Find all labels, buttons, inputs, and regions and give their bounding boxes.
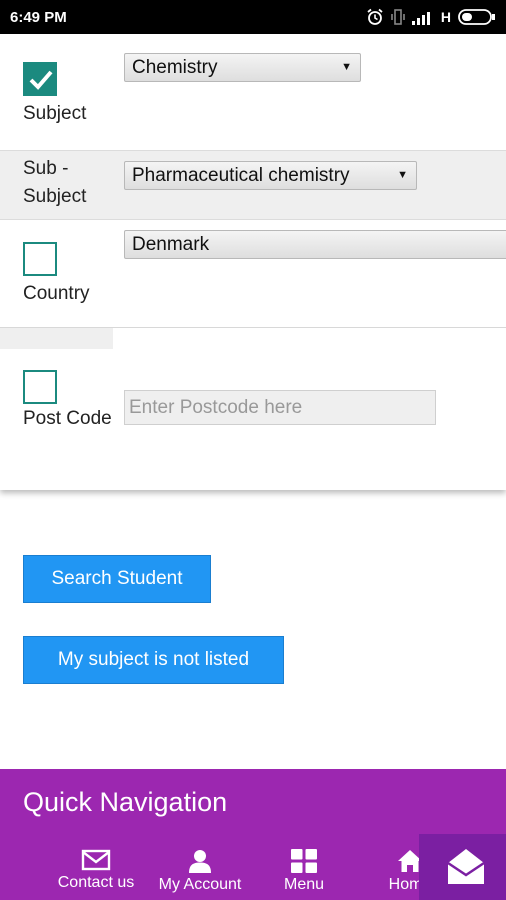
vibrate-icon — [391, 9, 405, 25]
subject-not-listed-button[interactable]: My subject is not listed — [23, 636, 284, 684]
postcode-input[interactable] — [124, 390, 436, 425]
country-checkbox[interactable] — [23, 242, 57, 276]
search-form-card: Subject Chemistry ▼ Sub - Subject Pharma… — [0, 34, 506, 490]
signal-icon — [411, 12, 430, 25]
dropdown-arrow-icon: ▼ — [397, 169, 408, 181]
country-select[interactable]: Denmark — [124, 230, 506, 259]
country-select-value: Denmark — [132, 234, 210, 255]
quick-navigation-title: Quick Navigation — [23, 787, 228, 817]
subject-row: Subject Chemistry ▼ — [0, 42, 506, 150]
country-row: Country Denmark — [0, 220, 506, 328]
sub-subject-row: Sub - Subject Pharmaceutical chemistry ▼ — [0, 150, 506, 220]
sub-subject-select[interactable]: Pharmaceutical chemistry ▼ — [124, 161, 417, 190]
dropdown-arrow-icon: ▼ — [341, 61, 352, 73]
sub-subject-select-value: Pharmaceutical chemistry — [132, 165, 350, 186]
grid-icon — [291, 849, 317, 873]
checkmark-icon — [29, 70, 53, 90]
subject-label: Subject — [23, 103, 87, 124]
mail-icon — [81, 849, 111, 871]
nav-menu[interactable]: Menu — [254, 849, 354, 894]
alarm-icon — [367, 8, 383, 25]
postcode-checkbox[interactable] — [23, 370, 57, 404]
network-type: H — [440, 9, 451, 25]
battery-icon — [458, 9, 495, 25]
sub-subject-label: Sub - Subject — [23, 158, 87, 207]
subject-select[interactable]: Chemistry ▼ — [124, 53, 361, 82]
nav-contact-us[interactable]: Contact us — [46, 849, 146, 892]
nav-contact-us-label: Contact us — [57, 874, 135, 891]
status-time: 6:49 PM — [10, 9, 67, 26]
status-icons: H — [366, 8, 496, 26]
nav-my-account-label: My Account — [158, 876, 242, 893]
status-bar: 6:49 PM H — [0, 0, 506, 34]
search-student-button[interactable]: Search Student — [23, 555, 211, 603]
person-icon — [189, 850, 211, 873]
postcode-label: Post Code — [23, 408, 112, 429]
floating-mail-button[interactable] — [419, 834, 506, 900]
country-label: Country — [23, 283, 90, 304]
row-divider-strip — [0, 328, 113, 349]
nav-menu-label: Menu — [283, 876, 325, 893]
subject-select-value: Chemistry — [132, 57, 218, 78]
open-envelope-icon — [447, 849, 485, 884]
subject-checkbox[interactable] — [23, 62, 57, 96]
nav-my-account[interactable]: My Account — [150, 849, 250, 894]
postcode-row: Post Code — [0, 328, 506, 490]
